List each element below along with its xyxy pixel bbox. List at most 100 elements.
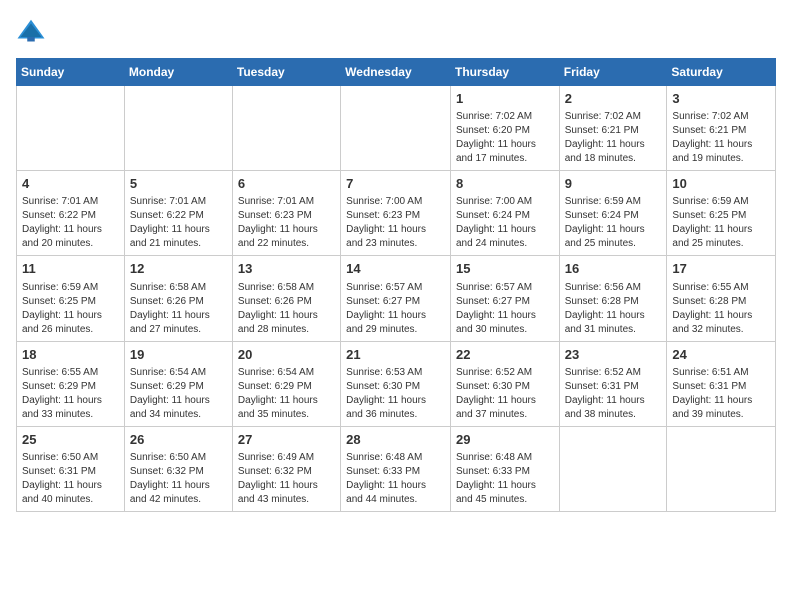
calendar-cell [232,86,340,171]
day-info: Sunrise: 7:02 AMSunset: 6:21 PMDaylight:… [672,110,770,166]
calendar-cell: 25 Sunrise: 6:50 AMSunset: 6:31 PMDayligh… [17,426,125,511]
weekday-header-friday: Friday [559,59,667,86]
day-number: 20 [238,346,335,364]
logo [16,16,52,46]
day-info: Sunrise: 6:57 AMSunset: 6:27 PMDaylight:… [346,281,445,337]
calendar-week-row: 11 Sunrise: 6:59 AMSunset: 6:25 PMDayligh… [17,256,776,341]
day-number: 19 [130,346,227,364]
calendar-week-row: 1 Sunrise: 7:02 AMSunset: 6:20 PMDaylight… [17,86,776,171]
day-info: Sunrise: 6:59 AMSunset: 6:25 PMDaylight:… [672,195,770,251]
day-info: Sunrise: 6:52 AMSunset: 6:31 PMDaylight:… [565,366,662,422]
day-number: 24 [672,346,770,364]
calendar-cell: 11 Sunrise: 6:59 AMSunset: 6:25 PMDayligh… [17,256,125,341]
calendar-cell: 20 Sunrise: 6:54 AMSunset: 6:29 PMDayligh… [232,341,340,426]
day-info: Sunrise: 6:53 AMSunset: 6:30 PMDaylight:… [346,366,445,422]
day-info: Sunrise: 6:59 AMSunset: 6:25 PMDaylight:… [22,281,119,337]
day-info: Sunrise: 6:54 AMSunset: 6:29 PMDaylight:… [130,366,227,422]
day-number: 17 [672,260,770,278]
calendar-cell [17,86,125,171]
day-number: 27 [238,431,335,449]
day-number: 8 [456,175,554,193]
calendar-cell: 28Sunrise: 6:48 AMSunset: 6:33 PMDayligh… [341,426,451,511]
day-info: Sunrise: 6:55 AMSunset: 6:28 PMDaylight:… [672,281,770,337]
day-number: 4 [22,175,119,193]
day-info: Sunrise: 6:49 AMSunset: 6:32 PMDaylight:… [238,451,335,507]
day-number: 21 [346,346,445,364]
day-info: Sunrise: 6:54 AMSunset: 6:29 PMDaylight:… [238,366,335,422]
day-number: 12 [130,260,227,278]
calendar-cell: 21 Sunrise: 6:53 AMSunset: 6:30 PMDayligh… [341,341,451,426]
day-number: 1 [456,90,554,108]
day-number: 28 [346,431,445,449]
calendar-cell: 8 Sunrise: 7:00 AMSunset: 6:24 PMDaylight… [450,171,559,256]
day-info: Sunrise: 6:51 AMSunset: 6:31 PMDaylight:… [672,366,770,422]
calendar-cell: 17 Sunrise: 6:55 AMSunset: 6:28 PMDayligh… [667,256,776,341]
day-info: Sunrise: 7:00 AMSunset: 6:24 PMDaylight:… [456,195,554,251]
calendar-cell: 18 Sunrise: 6:55 AMSunset: 6:29 PMDayligh… [17,341,125,426]
weekday-header-saturday: Saturday [667,59,776,86]
day-number: 11 [22,260,119,278]
calendar-cell [124,86,232,171]
page-header [16,16,776,46]
calendar-cell: 13 Sunrise: 6:58 AMSunset: 6:26 PMDayligh… [232,256,340,341]
day-number: 7 [346,175,445,193]
calendar-cell: 16Sunrise: 6:56 AMSunset: 6:28 PMDayligh… [559,256,667,341]
calendar-cell: 5 Sunrise: 7:01 AMSunset: 6:22 PMDaylight… [124,171,232,256]
calendar-cell: 7 Sunrise: 7:00 AMSunset: 6:23 PMDaylight… [341,171,451,256]
day-number: 3 [672,90,770,108]
day-info: Sunrise: 7:02 AMSunset: 6:20 PMDaylight:… [456,110,554,166]
day-number: 10 [672,175,770,193]
day-number: 22 [456,346,554,364]
calendar-cell: 14 Sunrise: 6:57 AMSunset: 6:27 PMDayligh… [341,256,451,341]
day-info: Sunrise: 6:58 AMSunset: 6:26 PMDaylight:… [130,281,227,337]
weekday-header-monday: Monday [124,59,232,86]
day-info: Sunrise: 6:50 AMSunset: 6:31 PMDaylight:… [22,451,119,507]
calendar-cell [559,426,667,511]
day-info: Sunrise: 6:52 AMSunset: 6:30 PMDaylight:… [456,366,554,422]
calendar-cell: 4Sunrise: 7:01 AMSunset: 6:22 PMDaylight… [17,171,125,256]
day-info: Sunrise: 6:56 AMSunset: 6:28 PMDaylight:… [565,281,662,337]
day-number: 15 [456,260,554,278]
calendar-cell: 23 Sunrise: 6:52 AMSunset: 6:31 PMDayligh… [559,341,667,426]
calendar-cell: 12 Sunrise: 6:58 AMSunset: 6:26 PMDayligh… [124,256,232,341]
day-number: 2 [565,90,662,108]
calendar-cell: 6Sunrise: 7:01 AMSunset: 6:23 PMDaylight… [232,171,340,256]
day-number: 6 [238,175,335,193]
calendar-cell: 26 Sunrise: 6:50 AMSunset: 6:32 PMDayligh… [124,426,232,511]
logo-icon [16,16,46,46]
day-number: 5 [130,175,227,193]
calendar-cell [341,86,451,171]
day-number: 18 [22,346,119,364]
calendar-cell: 3 Sunrise: 7:02 AMSunset: 6:21 PMDaylight… [667,86,776,171]
day-number: 13 [238,260,335,278]
day-info: Sunrise: 6:55 AMSunset: 6:29 PMDaylight:… [22,366,119,422]
day-number: 9 [565,175,662,193]
calendar-cell [667,426,776,511]
calendar-cell: 24 Sunrise: 6:51 AMSunset: 6:31 PMDayligh… [667,341,776,426]
day-number: 14 [346,260,445,278]
calendar-cell: 1 Sunrise: 7:02 AMSunset: 6:20 PMDaylight… [450,86,559,171]
weekday-header-wednesday: Wednesday [341,59,451,86]
calendar-week-row: 4 Sunrise: 7:01 AMSunset: 6:22 PMDaylight… [17,171,776,256]
weekday-header-sunday: Sunday [17,59,125,86]
day-info: Sunrise: 6:59 AMSunset: 6:24 PMDaylight:… [565,195,662,251]
day-info: Sunrise: 7:00 AMSunset: 6:23 PMDaylight:… [346,195,445,251]
day-info: Sunrise: 6:50 AMSunset: 6:32 PMDaylight:… [130,451,227,507]
calendar-cell: 15Sunrise: 6:57 AMSunset: 6:27 PMDayligh… [450,256,559,341]
calendar-cell: 22 Sunrise: 6:52 AMSunset: 6:30 PMDayligh… [450,341,559,426]
calendar-cell: 19 Sunrise: 6:54 AMSunset: 6:29 PMDayligh… [124,341,232,426]
day-number: 26 [130,431,227,449]
calendar-week-row: 18 Sunrise: 6:55 AMSunset: 6:29 PMDayligh… [17,341,776,426]
day-info: Sunrise: 7:01 AMSunset: 6:22 PMDaylight:… [130,195,227,251]
day-info: Sunrise: 7:02 AMSunset: 6:21 PMDaylight:… [565,110,662,166]
calendar-cell: 9 Sunrise: 6:59 AMSunset: 6:24 PMDaylight… [559,171,667,256]
calendar-week-row: 25 Sunrise: 6:50 AMSunset: 6:31 PMDayligh… [17,426,776,511]
calendar-table: SundayMondayTuesdayWednesdayThursdayFrid… [16,58,776,512]
day-info: Sunrise: 6:48 AMSunset: 6:33 PMDaylight:… [456,451,554,507]
day-info: Sunrise: 6:58 AMSunset: 6:26 PMDaylight:… [238,281,335,337]
weekday-header-thursday: Thursday [450,59,559,86]
day-number: 25 [22,431,119,449]
calendar-cell: 10 Sunrise: 6:59 AMSunset: 6:25 PMDayligh… [667,171,776,256]
calendar-cell: 2 Sunrise: 7:02 AMSunset: 6:21 PMDaylight… [559,86,667,171]
day-number: 23 [565,346,662,364]
